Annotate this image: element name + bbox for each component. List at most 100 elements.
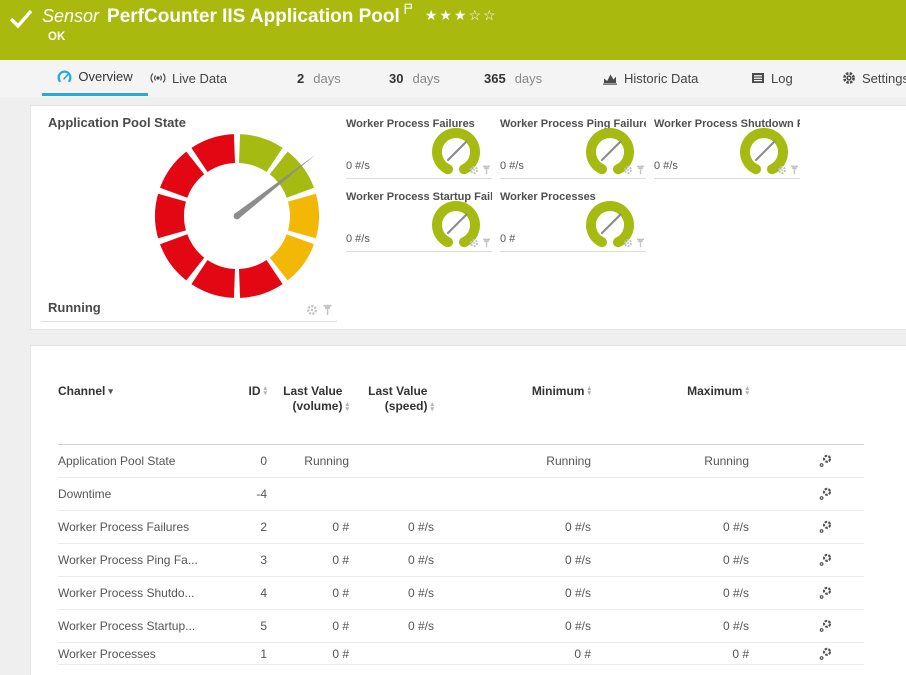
- tab-label: Historic Data: [624, 71, 698, 86]
- mini-gauge-value: 0 #/s: [346, 160, 370, 172]
- tab-live-data[interactable]: Live Data: [146, 60, 231, 96]
- sort-active-icon: ▾: [108, 386, 113, 397]
- sort-icon: ▴▾: [587, 386, 591, 396]
- pin-icon[interactable]: [482, 238, 491, 248]
- column-header-channel[interactable]: Channel ▾: [58, 384, 213, 414]
- prtg-sensor-page: Sensor PerfCounter IIS Application Pool …: [0, 0, 906, 675]
- column-header-maximum[interactable]: Maximum ▴▾: [591, 384, 749, 414]
- chart-icon: [603, 72, 618, 85]
- gear-icon[interactable]: [469, 238, 479, 248]
- column-header-last-value-speed[interactable]: Last Value(speed) ▴▾: [349, 384, 434, 414]
- gear-icon[interactable]: [623, 165, 633, 175]
- gear-icon[interactable]: [623, 238, 633, 248]
- gear-icon[interactable]: [469, 165, 479, 175]
- pin-icon[interactable]: [636, 238, 645, 248]
- gear-icon[interactable]: [306, 304, 318, 316]
- tab-label: Overview: [78, 69, 132, 84]
- cell-maximum: Running: [591, 454, 749, 468]
- cell-channel: Downtime: [58, 487, 213, 501]
- mini-gauge-tile[interactable]: Worker Process Shutdown Fa... 0 #/s: [654, 114, 800, 179]
- cell-id: 4: [213, 586, 267, 600]
- column-header-minimum[interactable]: Minimum ▴▾: [434, 384, 591, 414]
- cell-maximum: 0 #/s: [591, 619, 749, 633]
- mini-gauge-tile[interactable]: Worker Process Failures 0 #/s: [346, 114, 492, 179]
- cell-channel: Worker Process Ping Fa...: [58, 553, 213, 567]
- table-row: Application Pool State 0 Running Running…: [58, 445, 864, 478]
- mini-gauge-tile[interactable]: Worker Process Startup Failu... 0 #/s: [346, 187, 492, 252]
- log-icon: [751, 72, 765, 84]
- pin-icon[interactable]: [790, 165, 799, 175]
- cell-minimum: 0 #/s: [434, 520, 591, 534]
- cell-minimum: 0 #: [434, 647, 591, 661]
- mini-gauge-value: 0 #/s: [346, 233, 370, 245]
- cell-channel: Worker Process Startup...: [58, 619, 213, 633]
- tab-bar: Overview Live Data 2days 30days 365days …: [0, 60, 906, 97]
- edit-channel-icon[interactable]: [818, 619, 832, 633]
- tab-30-days[interactable]: 30days: [385, 60, 444, 96]
- table-row: Downtime -4: [58, 478, 864, 511]
- sort-icon: ▴▾: [430, 402, 434, 412]
- cell-last-value-volume: 0 #: [267, 553, 349, 567]
- cell-minimum: 0 #/s: [434, 586, 591, 600]
- overview-panel: Application Pool State Running Worker Pr…: [30, 105, 906, 330]
- sensor-title: PerfCounter IIS Application Pool: [107, 6, 400, 28]
- pin-icon[interactable]: [636, 165, 645, 175]
- channel-table-panel: Channel ▾ ID ▴▾ Last Value(volume) ▴▾ La…: [30, 345, 906, 675]
- ok-check-icon: [7, 7, 35, 33]
- cell-id: 0: [213, 454, 267, 468]
- broadcast-icon: [150, 71, 166, 85]
- tab-settings[interactable]: Settings: [838, 60, 906, 96]
- tab-log[interactable]: Log: [747, 60, 797, 96]
- cell-channel: Worker Process Shutdo...: [58, 586, 213, 600]
- cell-last-value-volume: 0 #: [267, 586, 349, 600]
- gear-icon[interactable]: [777, 165, 787, 175]
- edit-channel-icon[interactable]: [818, 647, 832, 661]
- cell-maximum: 0 #/s: [591, 520, 749, 534]
- tab-365-days[interactable]: 365days: [480, 60, 546, 96]
- cell-id: 1: [213, 647, 267, 661]
- pin-icon[interactable]: [322, 304, 333, 316]
- pin-icon[interactable]: [482, 165, 491, 175]
- mini-gauge-value: 0 #/s: [654, 160, 678, 172]
- edit-channel-icon[interactable]: [818, 487, 832, 501]
- priority-stars[interactable]: ★★★☆☆: [425, 7, 498, 24]
- cell-id: 2: [213, 520, 267, 534]
- cell-last-value-speed: 0 #/s: [349, 619, 434, 633]
- cell-minimum: 0 #/s: [434, 619, 591, 633]
- tab-2-days[interactable]: 2days: [293, 60, 345, 96]
- cell-maximum: 0 #/s: [591, 586, 749, 600]
- flag-icon[interactable]: [404, 3, 413, 15]
- edit-channel-icon[interactable]: [818, 553, 832, 567]
- table-body: Application Pool State 0 Running Running…: [58, 444, 864, 665]
- mini-gauge-value: 0 #: [500, 233, 515, 245]
- cell-last-value-speed: 0 #/s: [349, 520, 434, 534]
- table-row: Worker Processes 1 0 # 0 # 0 #: [58, 643, 864, 665]
- tab-label: Log: [771, 71, 793, 86]
- edit-channel-icon[interactable]: [818, 520, 832, 534]
- cell-last-value-speed: 0 #/s: [349, 553, 434, 567]
- edit-channel-icon[interactable]: [818, 454, 832, 468]
- mini-gauge-tile[interactable]: Worker Process Ping Failures 0 #/s: [500, 114, 646, 179]
- tab-label: Live Data: [172, 71, 227, 86]
- table-row: Worker Process Shutdo... 4 0 # 0 #/s 0 #…: [58, 577, 864, 610]
- cell-channel: Worker Processes: [58, 647, 213, 661]
- gear-icon: [842, 71, 856, 85]
- tab-overview[interactable]: Overview: [42, 60, 148, 96]
- column-header-id[interactable]: ID ▴▾: [213, 384, 267, 414]
- tab-historic-data[interactable]: Historic Data: [599, 60, 702, 96]
- application-pool-state-gauge: [129, 120, 359, 320]
- cell-last-value-volume: 0 #: [267, 520, 349, 534]
- edit-channel-icon[interactable]: [818, 586, 832, 600]
- table-row: Worker Process Startup... 5 0 # 0 #/s 0 …: [58, 610, 864, 643]
- cell-channel: Worker Process Failures: [58, 520, 213, 534]
- object-kind-label: Sensor: [42, 6, 99, 27]
- sort-icon: ▴▾: [745, 386, 749, 396]
- mini-gauge-tile[interactable]: Worker Processes 0 #: [500, 187, 646, 252]
- cell-last-value-volume: 0 #: [267, 619, 349, 633]
- gauge-icon: [57, 70, 72, 84]
- cell-last-value-volume: 0 #: [267, 647, 349, 661]
- tab-label: Settings: [862, 71, 906, 86]
- cell-channel: Application Pool State: [58, 454, 213, 468]
- column-header-last-value-volume[interactable]: Last Value(volume) ▴▾: [267, 384, 349, 414]
- sensor-header: Sensor PerfCounter IIS Application Pool …: [0, 0, 906, 60]
